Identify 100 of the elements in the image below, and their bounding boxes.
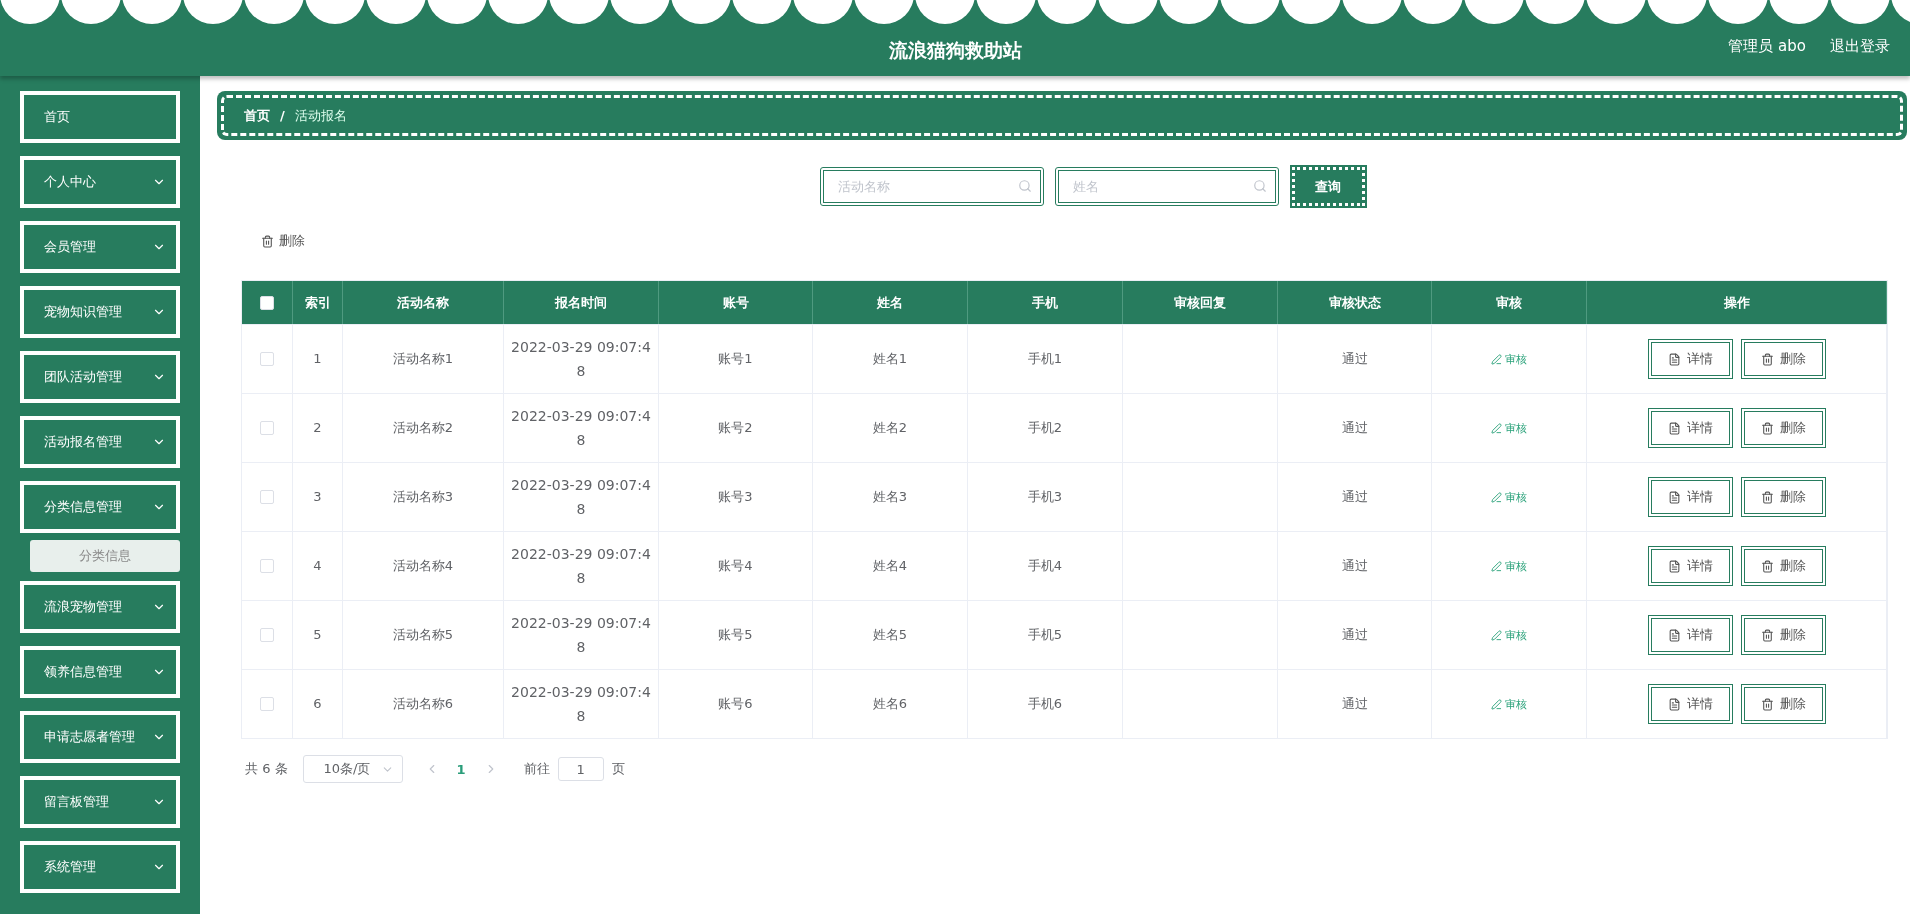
table-cell: 账号2 — [659, 394, 813, 462]
sidebar-item[interactable]: 领养信息管理 — [20, 646, 180, 698]
sidebar-item[interactable]: 流浪宠物管理 — [20, 581, 180, 633]
delete-row-button[interactable]: 删除 — [1740, 339, 1826, 379]
row-checkbox[interactable] — [260, 490, 274, 504]
table-cell: 手机5 — [968, 601, 1123, 669]
page-size-select[interactable]: 10条/页 — [302, 755, 403, 783]
table-cell: 手机4 — [968, 532, 1123, 600]
document-icon — [1667, 421, 1681, 435]
breadcrumb-link[interactable]: 首页 — [244, 106, 270, 125]
sidebar-item[interactable]: 系统管理 — [20, 841, 180, 893]
table-cell: 手机3 — [968, 463, 1123, 531]
sidebar-item[interactable]: 留言板管理 — [20, 776, 180, 828]
table-cell: 2 — [293, 394, 343, 462]
sidebar-item[interactable]: 分类信息管理 — [20, 481, 180, 533]
table-cell: 通过 — [1278, 325, 1432, 393]
sidebar-item[interactable]: 首页 — [20, 91, 180, 143]
row-checkbox[interactable] — [260, 352, 274, 366]
review-link[interactable]: 审核 — [1491, 558, 1527, 574]
table-cell: 姓名3 — [813, 463, 968, 531]
details-button[interactable]: 详情 — [1647, 684, 1733, 724]
details-button[interactable]: 详情 — [1647, 546, 1733, 586]
review-link[interactable]: 审核 — [1491, 489, 1527, 505]
table-cell: 活动名称3 — [343, 463, 504, 531]
pen-icon — [1491, 698, 1502, 710]
delete-row-button[interactable]: 删除 — [1740, 408, 1826, 448]
sidebar-item[interactable]: 申请志愿者管理 — [20, 711, 180, 763]
column-header: 索引 — [293, 281, 343, 324]
page-suffix: 页 — [611, 760, 625, 778]
delete-row-button[interactable]: 删除 — [1740, 684, 1826, 724]
table-cell: 2022-03-29 09:07:48 — [504, 601, 659, 669]
table-cell: 账号5 — [659, 601, 813, 669]
trash-icon — [1760, 421, 1774, 435]
details-button[interactable]: 详情 — [1647, 339, 1733, 379]
review-link[interactable]: 审核 — [1491, 627, 1527, 643]
delete-button[interactable]: 删除 — [261, 232, 305, 250]
table-cell: 活动名称1 — [343, 325, 504, 393]
table-cell: 手机1 — [968, 325, 1123, 393]
trash-icon — [1760, 352, 1774, 366]
table-cell: 5 — [293, 601, 343, 669]
goto-label: 前往 — [523, 760, 550, 778]
search-button[interactable]: 查询 — [1291, 167, 1365, 206]
search-field[interactable]: 活动名称 — [819, 167, 1044, 206]
review-link[interactable]: 审核 — [1491, 420, 1527, 436]
table-cell: 账号6 — [659, 670, 813, 738]
sidebar-item[interactable]: 会员管理 — [20, 221, 180, 273]
table-cell: 6 — [293, 670, 343, 738]
column-header: 账号 — [659, 281, 813, 324]
document-icon — [1667, 352, 1681, 366]
table-cell: 活动名称5 — [343, 601, 504, 669]
pen-icon — [1491, 422, 1502, 434]
logout-link[interactable]: 退出登录 — [1830, 37, 1890, 56]
page-number[interactable]: 1 — [438, 761, 484, 777]
column-header: 审核回复 — [1123, 281, 1278, 324]
table-cell: 4 — [293, 532, 343, 600]
row-checkbox[interactable] — [260, 421, 274, 435]
pen-icon — [1491, 491, 1502, 503]
table-cell: 姓名2 — [813, 394, 968, 462]
table-cell: 通过 — [1278, 532, 1432, 600]
delete-row-button[interactable]: 删除 — [1740, 546, 1826, 586]
sidebar-item[interactable]: 团队活动管理 — [20, 351, 180, 403]
details-button[interactable]: 详情 — [1647, 615, 1733, 655]
goto-page-field[interactable]: 1 — [557, 757, 604, 781]
sidebar-item[interactable]: 宠物知识管理 — [20, 286, 180, 338]
table-cell: 通过 — [1278, 463, 1432, 531]
row-checkbox[interactable] — [260, 628, 274, 642]
table-cell: 姓名5 — [813, 601, 968, 669]
row-checkbox[interactable] — [260, 697, 274, 711]
submenu-item[interactable]: 分类信息 — [30, 540, 180, 572]
select-all-checkbox[interactable] — [260, 295, 274, 310]
table-cell: 1 — [293, 325, 343, 393]
table-cell: 姓名4 — [813, 532, 968, 600]
delete-row-button[interactable]: 删除 — [1740, 615, 1826, 655]
table-cell: 账号4 — [659, 532, 813, 600]
row-checkbox[interactable] — [260, 559, 274, 573]
table-cell: 通过 — [1278, 670, 1432, 738]
table-cell: 姓名6 — [813, 670, 968, 738]
search-icon — [1252, 179, 1267, 193]
table-cell: 通过 — [1278, 394, 1432, 462]
document-icon — [1667, 628, 1681, 642]
details-button[interactable]: 详情 — [1647, 477, 1733, 517]
details-button[interactable]: 详情 — [1647, 408, 1733, 448]
sidebar-item[interactable]: 个人中心 — [20, 156, 180, 208]
table-cell: 2022-03-29 09:07:48 — [504, 394, 659, 462]
document-icon — [1667, 490, 1681, 504]
table-cell: 通过 — [1278, 601, 1432, 669]
column-header: 操作 — [1587, 281, 1887, 324]
search-field[interactable]: 姓名 — [1054, 167, 1279, 206]
column-header: 审核状态 — [1278, 281, 1432, 324]
delete-row-button[interactable]: 删除 — [1740, 477, 1826, 517]
table-cell: 手机2 — [968, 394, 1123, 462]
column-header: 手机 — [968, 281, 1123, 324]
table-cell: 账号1 — [659, 325, 813, 393]
review-link[interactable]: 审核 — [1491, 351, 1527, 367]
column-header: 审核 — [1432, 281, 1587, 324]
review-link[interactable]: 审核 — [1491, 696, 1527, 712]
trash-icon — [1760, 628, 1774, 642]
sidebar-item[interactable]: 活动报名管理 — [20, 416, 180, 468]
table-cell: 活动名称4 — [343, 532, 504, 600]
trash-icon — [1760, 697, 1774, 711]
